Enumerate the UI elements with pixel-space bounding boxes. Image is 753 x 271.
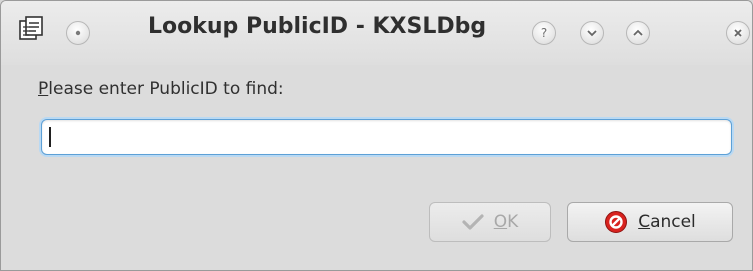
help-button[interactable]: ? — [532, 21, 556, 45]
help-icon: ? — [540, 26, 548, 40]
prompt-text: lease enter PublicID to find: — [48, 79, 284, 99]
close-button[interactable] — [726, 21, 750, 45]
dialog-window: Lookup PublicID - KXSLDbg ? Please enter… — [0, 0, 753, 271]
maximize-button[interactable] — [626, 21, 650, 45]
ok-mnemonic: O — [493, 212, 508, 232]
cancel-label-rest: ancel — [650, 212, 696, 232]
close-icon — [734, 29, 742, 37]
ok-label: OK — [494, 212, 519, 232]
title-bar[interactable]: Lookup PublicID - KXSLDbg ? — [1, 1, 752, 65]
cancel-label: Cancel — [638, 212, 696, 232]
prompt-label: Please enter PublicID to find: — [38, 79, 284, 99]
window-title: Lookup PublicID - KXSLDbg — [148, 14, 487, 39]
text-caret — [49, 127, 51, 147]
chevron-up-icon — [633, 29, 643, 36]
ok-label-rest: K — [507, 212, 519, 232]
cancel-icon — [605, 211, 628, 233]
cancel-mnemonic: C — [638, 212, 651, 232]
window-menu-button[interactable] — [66, 21, 90, 45]
ok-button[interactable]: OK — [429, 202, 551, 242]
app-icon[interactable] — [17, 15, 49, 45]
chevron-down-icon — [587, 30, 597, 37]
prompt-mnemonic: P — [38, 79, 49, 99]
minimize-button[interactable] — [580, 21, 604, 45]
publicid-input[interactable] — [41, 119, 732, 155]
cancel-button[interactable]: Cancel — [567, 202, 733, 242]
checkmark-icon — [462, 214, 484, 230]
dot-icon — [75, 30, 81, 36]
